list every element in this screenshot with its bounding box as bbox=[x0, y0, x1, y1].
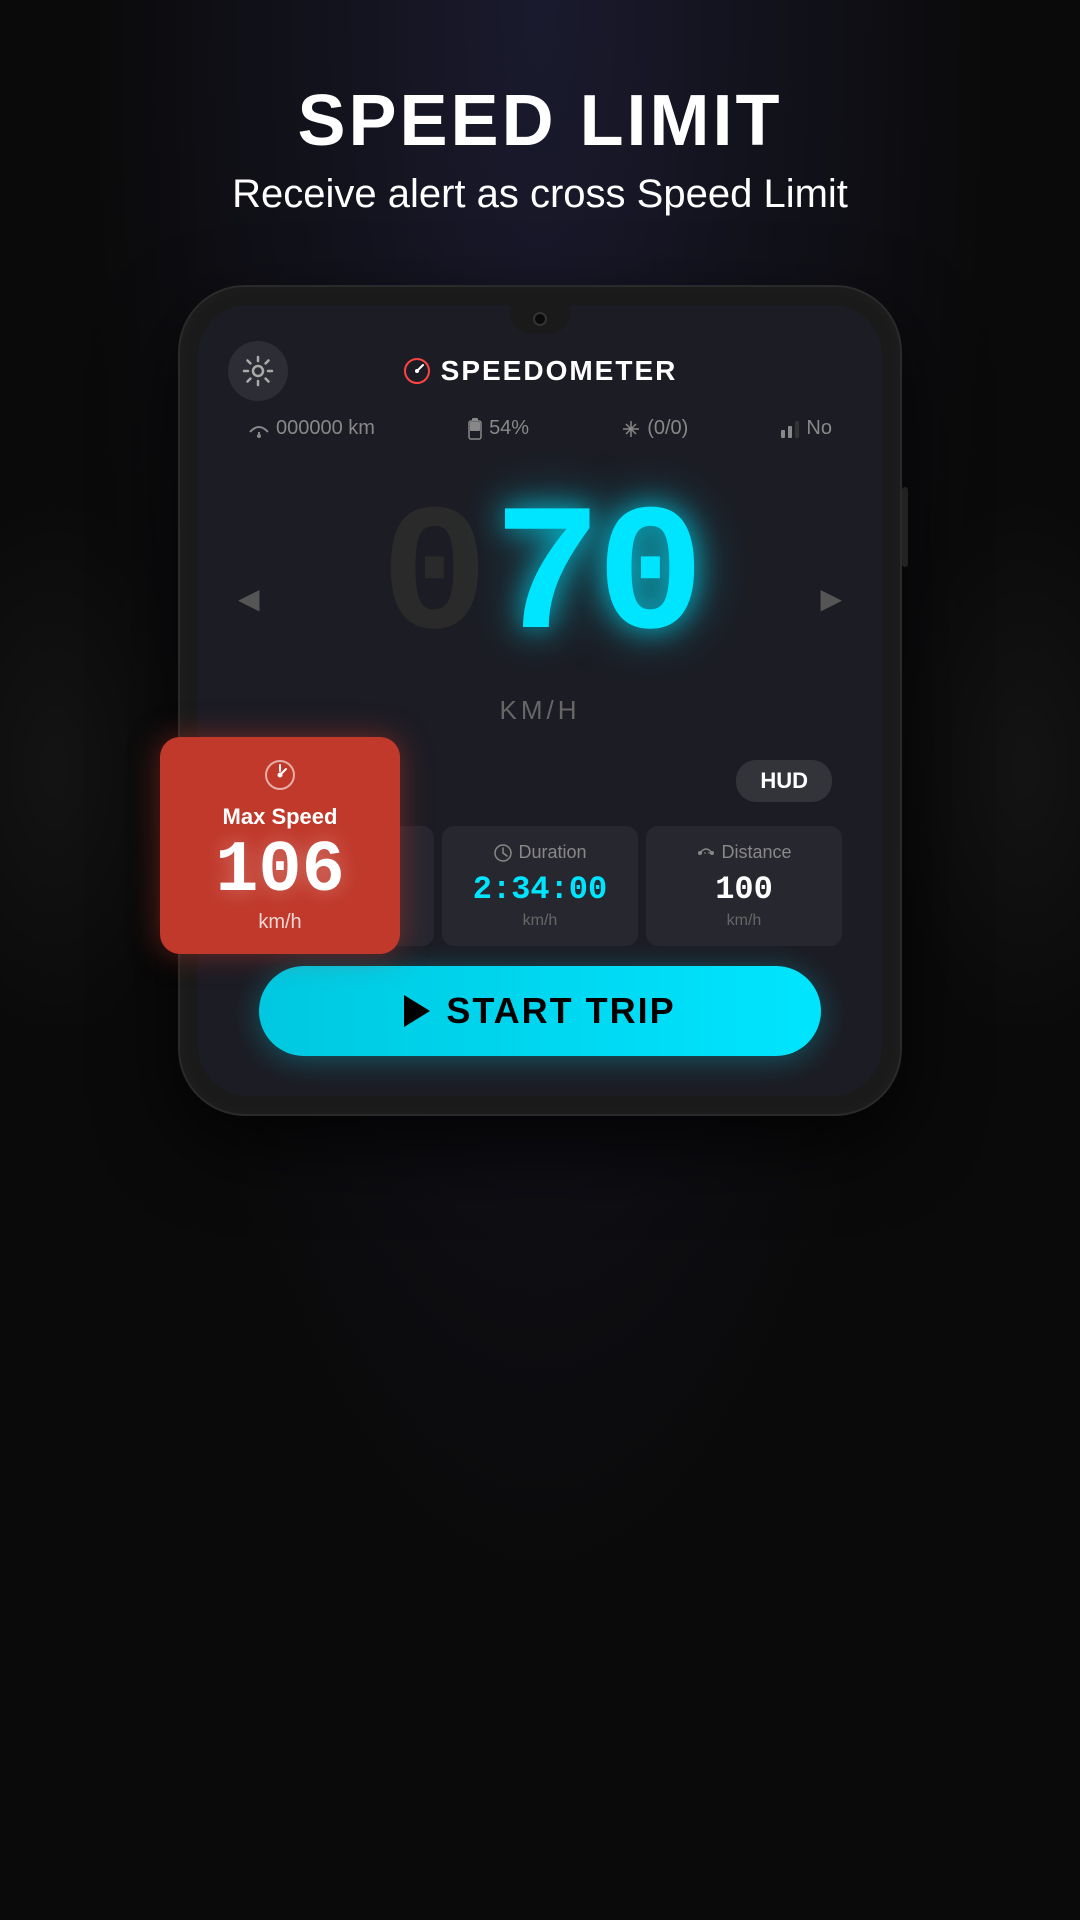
camera-icon bbox=[533, 312, 547, 326]
odometer-value: 000000 km bbox=[276, 417, 375, 440]
distance-label: Distance bbox=[656, 842, 832, 863]
max-speed-icon bbox=[180, 757, 380, 798]
speed-digits: 0 70 bbox=[380, 470, 699, 690]
duration-value: 2:34:00 bbox=[452, 871, 628, 908]
duration-label: Duration bbox=[452, 842, 628, 863]
speedometer-logo-icon bbox=[403, 357, 431, 385]
phone-screen: SPEEDOMETER 000000 km bbox=[198, 305, 882, 1096]
next-mode-button[interactable]: ▶ bbox=[810, 572, 852, 625]
max-speed-unit: km/h bbox=[180, 911, 380, 934]
phone-mockup: Max Speed 106 km/h bbox=[180, 287, 900, 1114]
hud-button[interactable]: HUD bbox=[736, 760, 832, 802]
app-name: SPEEDOMETER bbox=[441, 355, 678, 387]
phone-notch bbox=[510, 305, 570, 333]
page-title: SPEED LIMIT bbox=[232, 80, 848, 162]
signal-status: No bbox=[780, 417, 832, 440]
status-bar: 000000 km 54% bbox=[228, 407, 852, 450]
distance-unit: km/h bbox=[656, 912, 832, 930]
page-subtitle: Receive alert as cross Speed Limit bbox=[232, 172, 848, 217]
battery-status: 54% bbox=[467, 417, 529, 440]
gps-icon bbox=[621, 419, 641, 439]
screen-content: SPEEDOMETER 000000 km bbox=[198, 305, 882, 1096]
prev-mode-button[interactable]: ◀ bbox=[228, 572, 270, 625]
distance-icon bbox=[696, 843, 716, 863]
header-section: SPEED LIMIT Receive alert as cross Speed… bbox=[232, 80, 848, 217]
max-speed-label: Max Speed bbox=[180, 804, 380, 830]
signal-icon bbox=[780, 420, 800, 438]
app-header: SPEEDOMETER bbox=[228, 355, 852, 387]
speed-display-area: ◀ 0 70 KM/H ▶ bbox=[228, 470, 852, 726]
duration-unit: km/h bbox=[452, 912, 628, 930]
speed-digit-inactive: 0 bbox=[380, 490, 483, 670]
gps-value: (0/0) bbox=[647, 417, 688, 440]
start-trip-button[interactable]: START TRIP bbox=[259, 966, 821, 1056]
main-content: SPEED LIMIT Receive alert as cross Speed… bbox=[0, 0, 1080, 1920]
start-trip-label: START TRIP bbox=[446, 990, 675, 1032]
speed-unit: KM/H bbox=[500, 695, 581, 726]
app-title: SPEEDOMETER bbox=[403, 355, 678, 387]
odometer-icon bbox=[248, 420, 270, 438]
signal-value: No bbox=[806, 417, 832, 440]
battery-value: 54% bbox=[489, 417, 529, 440]
distance-value: 100 bbox=[656, 871, 832, 908]
gear-icon bbox=[242, 355, 274, 387]
max-speed-value: 106 bbox=[180, 835, 380, 907]
max-speed-card: Max Speed 106 km/h bbox=[160, 737, 400, 954]
gps-status: (0/0) bbox=[621, 417, 688, 440]
settings-button[interactable] bbox=[228, 341, 288, 401]
play-icon bbox=[404, 995, 430, 1027]
odometer-status: 000000 km bbox=[248, 417, 375, 440]
duration-icon bbox=[493, 843, 513, 863]
duration-card: Duration 2:34:00 km/h bbox=[442, 826, 638, 946]
speed-main-display: 0 70 KM/H bbox=[270, 470, 811, 726]
speed-digit-active: 70 bbox=[493, 490, 699, 670]
phone-outer-frame: SPEEDOMETER 000000 km bbox=[180, 287, 900, 1114]
battery-icon bbox=[467, 418, 483, 440]
distance-card: Distance 100 km/h bbox=[646, 826, 842, 946]
